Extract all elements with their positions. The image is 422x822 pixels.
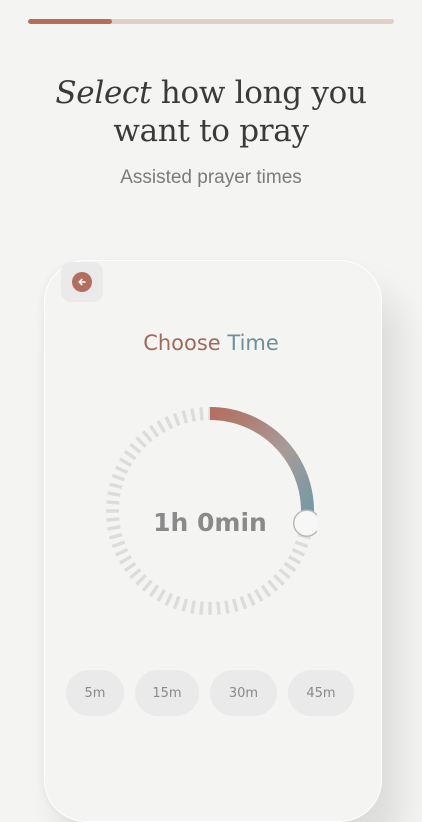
page-title-line1: how long you [151,75,367,111]
dial-tick [164,416,174,430]
onboarding-progress-fill [28,19,113,24]
dial-tick [148,424,160,438]
dial-tick [246,592,256,606]
dial-tick [199,601,204,615]
preset-button-30m[interactable]: 30m [210,670,277,716]
onboarding-progress-bar [28,19,394,24]
dial-tick [115,465,129,475]
page-title-emphasis: Select [55,75,152,111]
dial-tick [172,595,181,610]
dial-tick [224,600,230,614]
dial-tick [135,436,147,448]
dial-tick [148,584,160,598]
dial-tick [181,598,189,612]
dial-tick [181,410,189,424]
dial-tick [129,442,142,454]
dial-tick [109,482,123,490]
back-button[interactable] [61,262,103,302]
preset-button-15m[interactable]: 15m [135,670,199,716]
dial-tick [294,540,309,549]
dial-tick [156,420,166,434]
page-title: Select how long you want to pray [0,74,422,150]
choose-time-title-part1: Choose [143,331,228,355]
dial-tick [190,600,196,614]
dial-tick [111,473,126,482]
dial-tick [278,568,291,580]
preset-button-5m[interactable]: 5m [66,670,124,716]
dial-tick [239,595,248,610]
dial-tick [141,430,153,443]
choose-time-title: Choose Time [0,331,422,355]
dial-tick [164,592,174,606]
dial-tick [287,555,301,565]
dial-tick [231,598,239,612]
dial-tick [172,412,181,427]
dial-tick [141,579,153,592]
dial-tick [273,574,285,586]
preset-button-45m[interactable]: 45m [288,670,354,716]
dial-tick [119,555,133,565]
dial-tick [199,407,204,421]
dial-tick [123,449,137,461]
arrow-left-icon [72,272,92,292]
dial-tick [115,547,129,557]
dial-tick [111,540,126,549]
dial-tick [254,588,264,602]
dial-tick [260,584,272,598]
dial-tick [283,561,297,573]
dial-tick [190,408,196,422]
dial-tick [267,579,279,592]
dial-tick [106,500,120,505]
choose-time-title-part2: Time [227,331,279,355]
dial-tick [156,588,166,602]
dial-tick [123,561,137,573]
dial-progress-arc [209,407,314,525]
page-title-line2: want to pray [113,113,309,149]
dial-tick [135,574,147,586]
dial-tick [107,491,121,497]
dial-tick [129,568,142,580]
selected-time-display: 1h 0min [153,508,267,537]
page-subtitle: Assisted prayer times [120,167,302,188]
dial-tick [291,547,305,557]
dial-tick [216,601,221,615]
dial-tick [119,457,133,467]
